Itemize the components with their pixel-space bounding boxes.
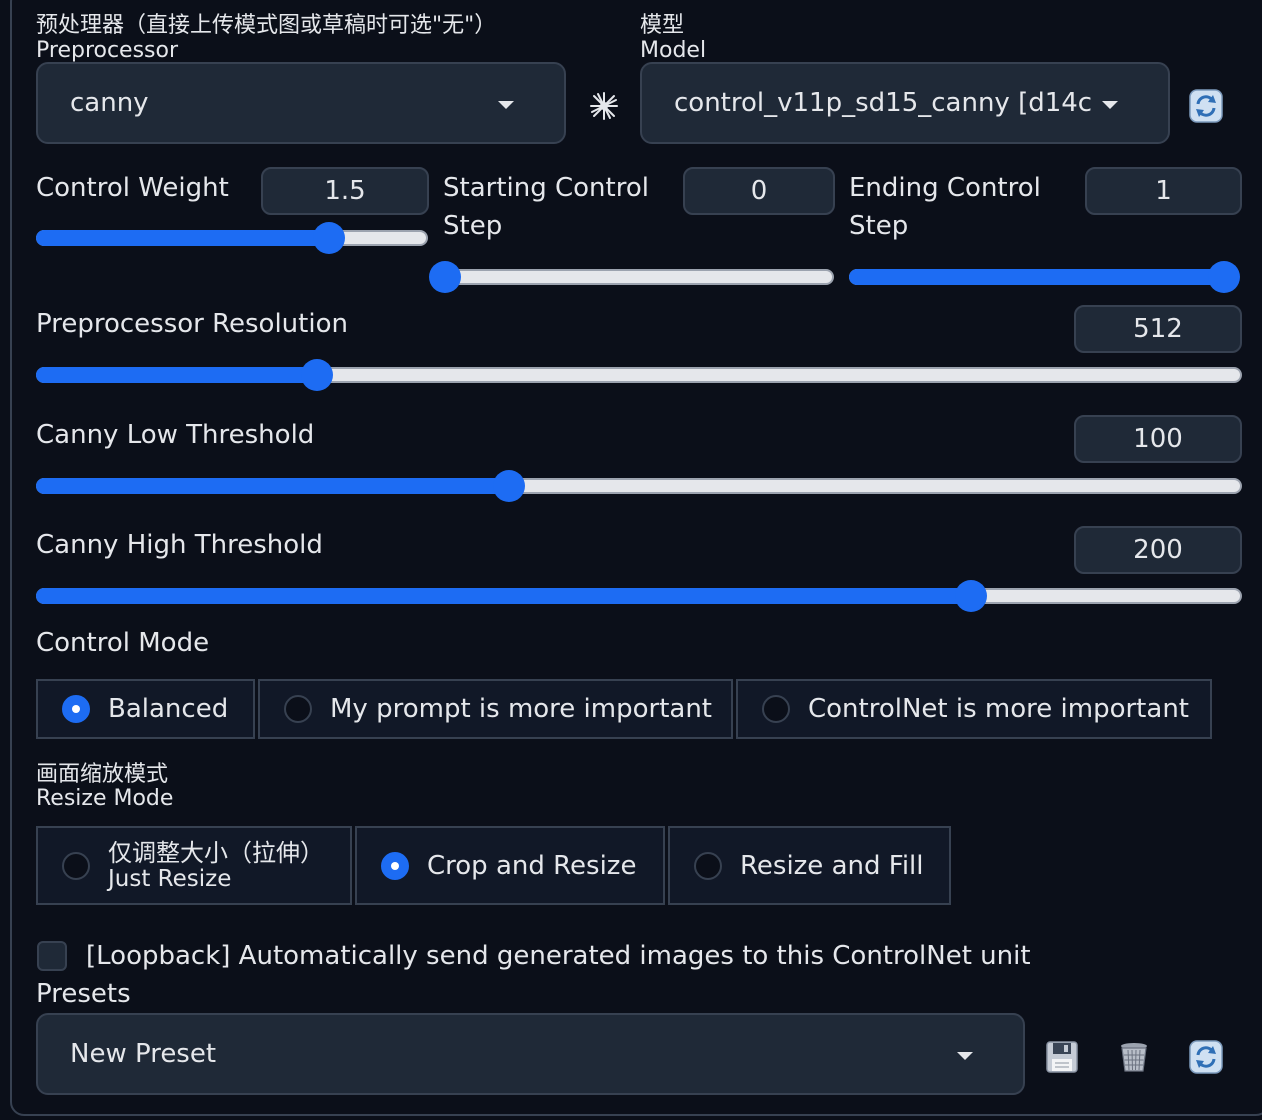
canny-high-input[interactable]: 200: [1074, 526, 1242, 574]
resize-mode-label-cn: 画面缩放模式: [36, 762, 169, 787]
chevron-down-icon: [1102, 101, 1118, 109]
slider-thumb[interactable]: [1208, 261, 1240, 293]
option-label-en: Just Resize: [108, 865, 232, 892]
refresh-icon: [1189, 1040, 1223, 1074]
ending-step-label-2: Step: [849, 211, 909, 241]
radio-selected[interactable]: [62, 695, 90, 723]
model-value: control_v11p_sd15_canny [d14c: [674, 88, 1093, 118]
option-label: Balanced: [108, 694, 229, 724]
ending-step-label-1: Ending Control: [849, 173, 1041, 203]
option-label: Resize and Fill: [740, 850, 924, 881]
refresh-icon: [1189, 89, 1223, 123]
slider-thumb[interactable]: [429, 261, 461, 293]
slider-fill: [36, 230, 329, 246]
control-weight-label: Control Weight: [36, 173, 229, 203]
starting-step-label-1: Starting Control: [443, 173, 649, 203]
radio-unselected[interactable]: [762, 695, 790, 723]
model-label-cn: 模型: [640, 13, 685, 38]
option-label: ControlNet is more important: [808, 694, 1189, 724]
canny-high-slider[interactable]: [36, 580, 1242, 612]
resize-mode-option-resize-and-fill[interactable]: Resize and Fill: [668, 826, 951, 905]
sparkle-icon: [590, 92, 618, 120]
save-preset-button[interactable]: [1044, 1039, 1080, 1075]
preprocessor-label: Preprocessor: [36, 38, 179, 63]
canny-high-label: Canny High Threshold: [36, 530, 323, 560]
option-label-cn: 仅调整大小（拉伸）: [108, 838, 324, 867]
run-preprocessor-button[interactable]: [586, 88, 622, 124]
control-mode-option-prompt[interactable]: My prompt is more important: [258, 679, 733, 739]
chevron-down-icon: [498, 101, 514, 109]
canny-low-label: Canny Low Threshold: [36, 420, 315, 450]
delete-preset-button[interactable]: [1116, 1039, 1152, 1075]
trash-icon: [1121, 1043, 1147, 1072]
control-mode-label: Control Mode: [36, 628, 210, 658]
slider-fill: [849, 269, 1224, 285]
loopback-checkbox[interactable]: [37, 941, 67, 971]
preprocessor-select[interactable]: canny: [36, 62, 566, 144]
chevron-down-icon: [957, 1052, 973, 1060]
control-mode-option-balanced[interactable]: Balanced: [36, 679, 255, 739]
slider-fill: [36, 588, 971, 604]
canny-low-input[interactable]: 100: [1074, 415, 1242, 463]
ending-step-slider[interactable]: [849, 261, 1240, 293]
option-label: Crop and Resize: [427, 850, 637, 881]
resize-mode-label: Resize Mode: [36, 786, 174, 811]
slider-fill: [36, 367, 317, 383]
starting-step-input[interactable]: 0: [683, 167, 835, 215]
presets-select[interactable]: New Preset: [36, 1013, 1025, 1095]
model-label: Model: [640, 38, 707, 63]
preprocessor-resolution-label: Preprocessor Resolution: [36, 309, 348, 339]
resize-mode-option-just-resize[interactable]: 仅调整大小（拉伸） Just Resize: [36, 826, 352, 905]
slider-fill: [36, 478, 509, 494]
slider-thumb[interactable]: [301, 359, 333, 391]
starting-step-slider[interactable]: [429, 261, 834, 293]
slider-thumb[interactable]: [313, 222, 345, 254]
radio-unselected[interactable]: [694, 851, 722, 880]
radio-selected[interactable]: [381, 851, 409, 880]
radio-unselected[interactable]: [62, 851, 90, 880]
radio-unselected[interactable]: [284, 695, 312, 723]
preprocessor-resolution-input[interactable]: 512: [1074, 305, 1242, 353]
option-label: My prompt is more important: [330, 694, 713, 724]
canny-low-slider[interactable]: [36, 470, 1242, 502]
control-mode-option-controlnet[interactable]: ControlNet is more important: [736, 679, 1212, 739]
preprocessor-resolution-slider[interactable]: [36, 359, 1242, 391]
save-icon: [1046, 1041, 1078, 1073]
presets-value: New Preset: [70, 1039, 217, 1069]
presets-label: Presets: [36, 979, 131, 1009]
control-weight-slider[interactable]: [36, 222, 428, 254]
loopback-label: [Loopback] Automatically send generated …: [86, 941, 1031, 971]
preprocessor-label-cn: 预处理器（直接上传模式图或草稿时可选"无"）: [36, 13, 497, 38]
ending-step-input[interactable]: 1: [1085, 167, 1242, 215]
starting-step-label-2: Step: [443, 211, 503, 241]
slider-thumb[interactable]: [955, 580, 987, 612]
refresh-presets-button[interactable]: [1188, 1039, 1224, 1075]
slider-thumb[interactable]: [493, 470, 525, 502]
model-select[interactable]: control_v11p_sd15_canny [d14c: [640, 62, 1170, 144]
option-label-group: 仅调整大小（拉伸） Just Resize: [108, 840, 324, 892]
preprocessor-value: canny: [70, 88, 149, 118]
control-weight-input[interactable]: 1.5: [261, 167, 429, 215]
resize-mode-option-crop-and-resize[interactable]: Crop and Resize: [355, 826, 665, 905]
refresh-models-button[interactable]: [1188, 88, 1224, 124]
